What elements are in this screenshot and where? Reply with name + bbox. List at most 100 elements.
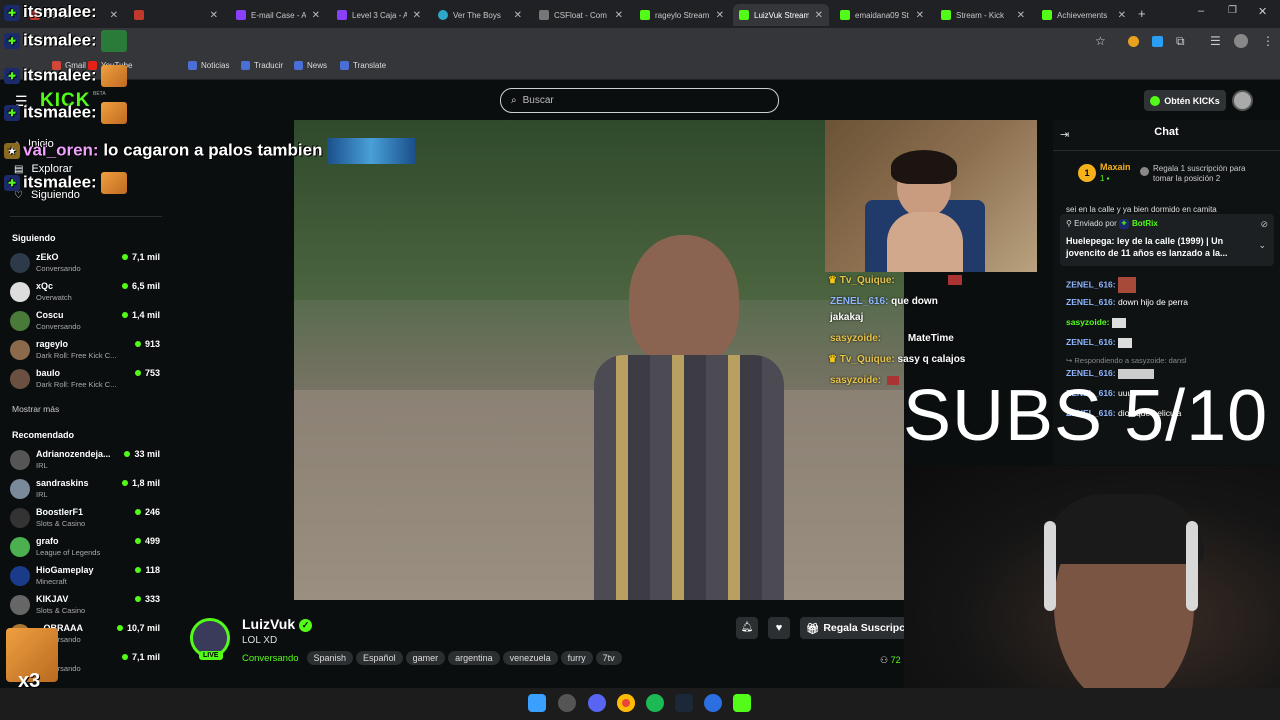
following-channel[interactable]: zEkO Conversando 7,1 mil [10,250,160,276]
close-icon[interactable]: ✕ [1017,10,1025,21]
extensions-puzzle-icon[interactable]: ⧉ [1176,34,1185,49]
spotify-icon[interactable] [646,694,664,712]
browser-tab[interactable]: emaidana09 St ✕ [834,4,930,26]
streamer-name[interactable]: LuizVuk [242,616,295,632]
follow-heart-icon[interactable]: ♥ [768,617,790,639]
chat-username[interactable]: ZENEL_616: [1066,279,1116,289]
address-bar[interactable]: ☆ ⧉ ☰ ⋮ [0,28,1280,56]
maximize-icon[interactable]: ❐ [1228,5,1237,16]
new-tab-icon[interactable]: + [1138,6,1146,21]
recommended-channel[interactable]: grafo League of Legends 499 [10,534,160,560]
recommended-channel[interactable]: KIKJAV Slots & Casino 333 [10,592,160,618]
close-icon[interactable]: ✕ [716,10,724,21]
viewers-label: 33 mil [134,449,160,459]
close-icon[interactable]: ✕ [413,10,421,21]
browser-tab[interactable]: Level 3 Caja - A ✕ [331,4,427,26]
bookmark-star-icon[interactable]: ☆ [1095,34,1106,48]
tag[interactable]: Español [356,651,403,665]
bookmark-translate[interactable]: Translate [340,61,386,70]
browser-tab[interactable]: rageylo Stream ✕ [634,4,730,26]
tab-label: Achievements [1057,10,1108,20]
chat-username[interactable]: ZENEL_616: [1066,337,1116,347]
search-input[interactable]: ⌕ Buscar [500,88,779,113]
browser-tab[interactable]: Achievements ✕ [1036,4,1132,26]
bookmark-traducir[interactable]: Traducir [241,61,283,70]
menu-kebab-icon[interactable]: ⋮ [1262,34,1274,48]
get-kicks-label: Obtén KICKs [1164,95,1220,106]
chat-username[interactable]: sasyzoide: [1066,317,1109,327]
gift-subscription-button[interactable]: 🎁︎ Regala Suscripc [800,617,904,639]
close-icon[interactable]: ✕ [1118,10,1126,21]
bookmark-noticias[interactable]: Noticias [188,61,229,70]
bookmark-news[interactable]: News [294,61,327,70]
bell-icon[interactable]: 🔔︎ [736,617,758,639]
chevron-down-icon[interactable]: ⌄ [1258,240,1266,251]
video-player[interactable] [294,120,904,600]
profile-avatar[interactable] [1234,34,1248,48]
extension-icon[interactable] [1128,36,1139,47]
taskbar-app-icon[interactable] [704,694,722,712]
chat-message: sasyzoide: [1066,317,1126,328]
reply-text: Respondiendo a sasyzoide: dansl [1074,356,1187,365]
tag[interactable]: furry [560,651,593,665]
browser-tab[interactable]: CSFloat - Com ✕ [533,4,629,26]
tag[interactable]: argentina [448,651,500,665]
top-gifter-name[interactable]: Maxain [1100,162,1131,172]
close-icon[interactable]: ✕ [312,10,320,21]
show-more-link[interactable]: Mostrar más [12,404,59,414]
chat-text: que down [891,296,938,307]
video-chat-message: jakakaj [830,312,863,323]
tab-search-icon[interactable]: ☰ [1210,34,1221,48]
bookmark-label: Traducir [254,61,284,70]
extension-icon[interactable] [1152,36,1163,47]
get-kicks-button[interactable]: Obtén KICKs [1144,90,1226,111]
following-channel[interactable]: rageylo Dark Roll: Free Kick C... 913 [10,337,160,363]
kick-app-icon[interactable] [733,694,751,712]
following-channel[interactable]: Coscu Conversando 1,4 mil [10,308,160,334]
tag[interactable]: Spanish [306,651,354,665]
browser-tab[interactable]: Stream - Kick ✕ [935,4,1031,26]
windows-start-icon[interactable] [528,694,546,712]
browser-tab-active[interactable]: LuizVuk Stream ✕ [733,4,829,26]
close-window-icon[interactable]: ✕ [1258,5,1267,18]
chat-username[interactable]: ZENEL_616: [1066,297,1116,307]
recommended-channel[interactable]: sandraskins IRL 1,8 mil [10,476,160,502]
gift-icon [1140,167,1149,176]
following-channel[interactable]: baulo Dark Roll: Free Kick C... 753 [10,366,160,392]
gift-prompt[interactable]: Regala 1 suscripción para tomar la posic… [1153,164,1263,184]
pinned-message[interactable]: ⚲ Enviado por ✚ BotRix ⊘ Huelepega: ley d… [1060,214,1274,266]
tag[interactable]: gamer [405,651,446,665]
close-icon[interactable]: ✕ [514,10,522,21]
taskbar-app-icon[interactable] [558,694,576,712]
close-icon[interactable]: ✕ [615,10,623,21]
channel-name: rageylo [36,339,69,349]
recommended-channel[interactable]: HioGameplay Minecraft 118 [10,563,160,589]
tag[interactable]: 7tv [595,651,622,665]
chat-reply-context: ↪ Respondiendo a sasyzoide: dansl [1066,356,1187,365]
close-icon[interactable]: ✕ [210,10,218,21]
discord-icon[interactable] [588,694,606,712]
browser-tab[interactable]: E-mail Case - A ✕ [230,4,326,26]
browser-tab[interactable]: ✕ [128,4,224,26]
steam-icon[interactable] [675,694,693,712]
viewers-label: 499 [144,536,160,546]
close-icon[interactable]: ✕ [815,10,823,21]
browser-tab[interactable]: Ver The Boys ✕ [432,4,528,26]
bookmarks-bar: Gmail YouTube Noticias Traducir News Tra… [0,56,1280,80]
following-channel[interactable]: xQc Overwatch 6,5 mil [10,279,160,305]
video-chat-message: sasyzoide: MateTime [830,333,954,344]
close-icon[interactable]: ✕ [916,10,924,21]
minimize-icon[interactable]: – [1198,5,1204,17]
recommended-channel[interactable]: BoostlerF1 Slots & Casino 246 [10,505,160,531]
unpin-icon[interactable]: ⊘ [1260,219,1268,230]
chrome-icon[interactable] [617,694,635,712]
close-icon[interactable]: ✕ [110,10,118,21]
overlay-name-row: ✚ itsmalee: [4,2,97,22]
tag[interactable]: venezuela [502,651,558,665]
recommended-channel[interactable]: Adrianozendeja... IRL 33 mil [10,447,160,473]
user-avatar[interactable] [1232,90,1253,111]
tab-favicon-icon [739,10,749,20]
chat-username: ZENEL_616: [830,296,889,307]
stream-category[interactable]: Conversando [242,653,299,664]
overlay-name-row: ✚ itsmalee: [4,102,128,124]
